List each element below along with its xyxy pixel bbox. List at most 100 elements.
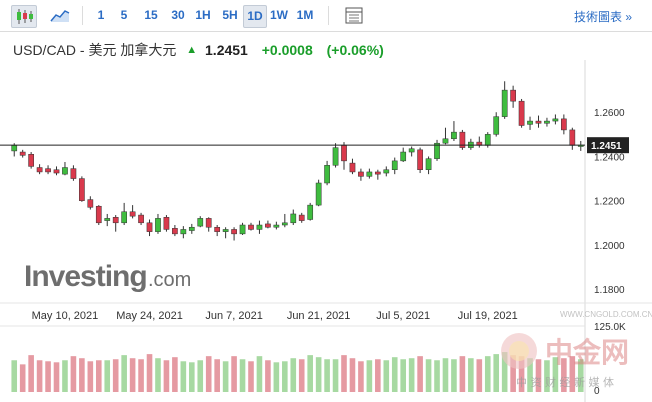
last-price: 1.2451 — [205, 42, 248, 58]
candle-body — [146, 222, 153, 232]
volume-bar — [358, 361, 364, 392]
candle-body — [358, 171, 364, 177]
candle-body — [70, 168, 77, 179]
volume-bar — [459, 356, 466, 392]
candle-body — [484, 134, 491, 146]
candle — [417, 147, 423, 174]
interval-1m-button[interactable]: 1M — [294, 5, 316, 26]
candle — [163, 215, 170, 232]
candle — [265, 220, 271, 229]
candle — [36, 164, 43, 175]
candle — [239, 222, 246, 235]
candle-body — [298, 214, 305, 221]
candle-body — [121, 211, 128, 224]
candle — [281, 213, 288, 228]
candle — [95, 205, 102, 226]
volume-bar — [112, 359, 119, 392]
candle — [366, 168, 373, 179]
candle — [129, 205, 136, 219]
candle-body — [180, 229, 187, 235]
technical-chart-link[interactable]: 技術圖表 » — [574, 8, 632, 25]
volume-bar — [468, 358, 474, 392]
y-axis-tick: 1.2200 — [594, 197, 625, 208]
volume-bar — [28, 355, 34, 392]
interval-5-button[interactable]: 5 — [117, 5, 131, 26]
table-icon[interactable] — [342, 5, 366, 26]
candlestick-icon[interactable] — [11, 5, 37, 28]
volume-bar — [493, 354, 500, 392]
x-axis-tick: Jun 21, 2021 — [287, 310, 351, 322]
candle-body — [442, 138, 449, 144]
interval-15-button[interactable]: 15 — [140, 5, 162, 26]
candle-body — [527, 120, 533, 125]
candle — [493, 112, 500, 137]
candle — [19, 149, 26, 158]
volume-bar — [197, 360, 204, 392]
candle-body — [518, 100, 525, 126]
candle-body — [36, 167, 43, 173]
volume-bar — [62, 360, 68, 392]
volume-bar — [417, 356, 423, 392]
volume-bar — [476, 359, 483, 392]
volume-bar — [104, 360, 111, 392]
volume-bar — [11, 360, 18, 392]
candle-body — [214, 226, 221, 232]
price-chart[interactable]: Investing .com 1.2600 1.2400 1.2200 1.2000 1… — [0, 60, 652, 402]
candle — [527, 116, 533, 130]
investing-logo: Investing .com — [24, 260, 191, 293]
candle — [138, 212, 144, 226]
interval-1h-button[interactable]: 1H — [192, 5, 214, 26]
candle-body — [163, 217, 170, 230]
candle-body — [62, 167, 68, 175]
volume-bar — [400, 359, 406, 392]
candle — [315, 179, 322, 207]
candle-body — [138, 214, 144, 224]
volume-bar — [70, 356, 77, 392]
candle-body — [535, 120, 542, 124]
volume-bar — [366, 360, 373, 392]
volume-bar — [180, 361, 187, 392]
candle-body — [391, 160, 398, 170]
volume-bar — [484, 356, 491, 392]
candle — [197, 216, 204, 228]
candle — [341, 142, 347, 170]
candle — [155, 213, 161, 234]
candle — [383, 166, 390, 177]
candle — [425, 156, 432, 175]
candle — [535, 115, 542, 128]
candle — [188, 223, 195, 234]
volume-bar — [375, 359, 381, 392]
candle — [45, 165, 51, 175]
candle — [62, 161, 68, 176]
y-axis-tick: 1.1800 — [594, 285, 625, 296]
y-axis-tick: 1.2400 — [594, 152, 625, 163]
candle-body — [569, 129, 576, 146]
volume-bar — [383, 360, 390, 392]
candle-body — [290, 213, 297, 224]
interval-1d-button[interactable]: 1D — [243, 5, 267, 28]
volume-bar — [79, 358, 85, 392]
interval-5h-button[interactable]: 5H — [219, 5, 241, 26]
candle — [544, 117, 550, 127]
interval-30-button[interactable]: 30 — [167, 5, 189, 26]
volume-bar — [222, 361, 229, 392]
candle — [273, 221, 280, 230]
candle — [231, 227, 237, 241]
candle-body — [417, 149, 423, 170]
candle — [358, 168, 364, 181]
volume-bar — [214, 359, 220, 392]
volume-bar — [341, 355, 347, 392]
candle-body — [239, 224, 246, 235]
area-chart-icon[interactable] — [48, 5, 72, 26]
interval-1w-button[interactable]: 1W — [268, 5, 290, 26]
candle-body — [561, 118, 567, 131]
volume-bar — [155, 358, 161, 392]
candle-body — [451, 131, 457, 140]
interval-1-button[interactable]: 1 — [94, 5, 108, 26]
volume-bar — [282, 361, 288, 392]
logo-suffix: .com — [148, 269, 191, 291]
price-change-percent: (+0.06%) — [326, 42, 384, 58]
candle — [349, 158, 356, 175]
candle-body — [341, 145, 347, 162]
volume-bar — [205, 356, 212, 392]
